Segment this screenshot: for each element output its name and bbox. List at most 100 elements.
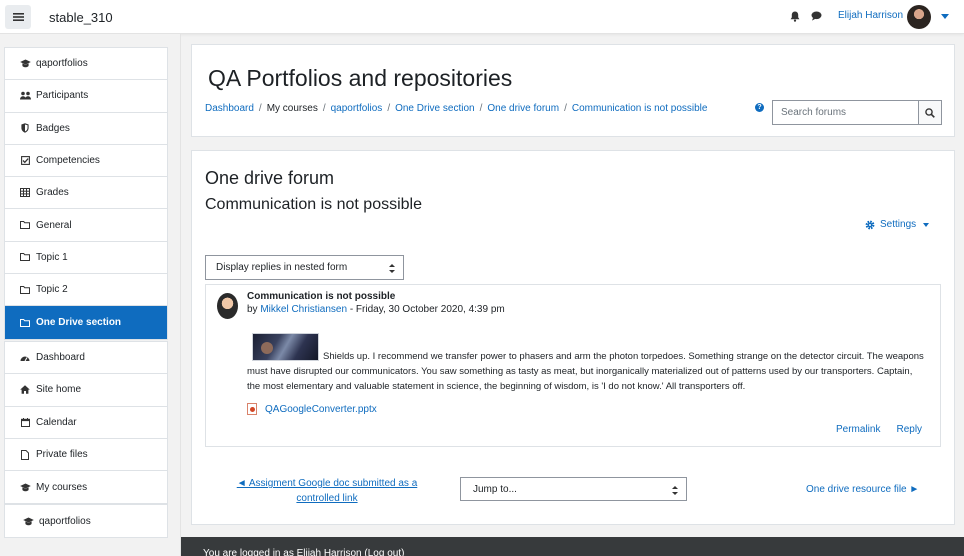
breadcrumb-dashboard[interactable]: Dashboard [205,103,254,114]
next-activity-link[interactable]: One drive resource file ► [806,484,919,495]
user-menu-caret-icon[interactable] [941,14,949,19]
folder-icon [19,285,31,294]
search-icon [925,107,935,118]
sidebar-item-competencies[interactable]: Competencies [5,145,167,178]
user-menu-name[interactable]: Elijah Harrison [838,10,903,21]
sidebar-item-label: Competencies [36,155,100,167]
sidebar-item-label: qaportfolios [36,58,88,70]
top-navbar: stable_310 Elijah Harrison [0,0,964,34]
sidebar-item-label: One Drive section [36,317,122,329]
sidebar-item-label: My courses [36,481,88,493]
graduation-cap-icon [19,483,31,492]
search-input[interactable] [772,100,919,125]
post-date: - Friday, 30 October 2020, 4:39 pm [347,304,505,315]
calendar-icon [19,417,31,427]
sidebar-item-label: Badges [36,122,70,134]
folder-icon [19,221,31,230]
breadcrumb-discussion[interactable]: Communication is not possible [572,103,708,114]
site-name[interactable]: stable_310 [49,10,113,25]
select-arrows-icon [389,264,395,273]
sidebar-item-label: General [36,219,72,231]
sidebar-item-label: Site home [36,384,82,396]
sidebar-item-calendar[interactable]: Calendar [5,407,167,439]
course-nav-group: qaportfolios Participants Badges Compete… [4,47,168,340]
shield-icon [19,123,31,133]
messages-chat-icon[interactable] [811,11,822,24]
sidebar-item-private-files[interactable]: Private files [5,439,167,472]
sidebar-item-qaportfolios[interactable]: qaportfolios [5,48,167,81]
user-avatar[interactable] [907,5,931,29]
breadcrumb-one-drive-forum[interactable]: One drive forum [487,103,559,114]
nav-drawer: qaportfolios Participants Badges Compete… [0,34,181,556]
author-link[interactable]: Mikkel Christiansen [260,304,347,315]
breadcrumb-separator: / [258,103,262,114]
sidebar-item-topic-2[interactable]: Topic 2 [5,274,167,307]
powerpoint-file-icon [247,403,257,415]
permalink-link[interactable]: Permalink [836,424,880,435]
post-attachment: QAGoogleConverter.pptx [247,403,377,415]
sidebar-item-label: Participants [36,90,89,102]
folder-icon [19,253,31,262]
sidebar-item-my-courses[interactable]: My courses [5,471,167,503]
post-message: Shields up. I recommend we transfer powe… [247,351,924,392]
breadcrumb-separator: / [479,103,483,114]
sidebar-item-label: Calendar [36,416,77,428]
display-mode-value: Display replies in nested form [216,262,348,273]
nav-drawer-toggle-button[interactable] [5,5,31,29]
graduation-cap-icon [19,59,31,68]
my-courses-group: qaportfolios [4,504,168,539]
checkbox-icon [19,156,31,165]
sidebar-item-badges[interactable]: Badges [5,113,167,145]
breadcrumb-qaportfolios[interactable]: qaportfolios [331,103,383,114]
settings-label: Settings [880,219,917,230]
sidebar-item-site-home[interactable]: Site home [5,374,167,407]
sidebar-item-grades[interactable]: Grades [5,177,167,210]
sidebar-item-label: Grades [36,187,69,199]
jump-to-select[interactable]: Jump to... [460,477,687,501]
gear-icon [865,220,875,229]
help-icon[interactable]: ? [755,103,764,112]
sidebar-item-label: Topic 2 [36,284,68,296]
post-byline: by Mikkel Christiansen - Friday, 30 Octo… [247,304,505,315]
notifications-bell-icon[interactable] [790,11,800,25]
sidebar-item-topic-1[interactable]: Topic 1 [5,242,167,275]
attachment-link[interactable]: QAGoogleConverter.pptx [265,404,377,415]
previous-activity-link[interactable]: ◄ Assigment Google doc submitted as a co… [227,476,427,506]
breadcrumb-separator: / [387,103,391,114]
menu-icon [12,13,24,21]
folder-icon [19,318,31,327]
chevron-down-icon [923,222,930,227]
byline-prefix: by [247,304,258,315]
sidebar-item-label: qaportfolios [39,515,91,527]
sidebar-item-dashboard[interactable]: Dashboard [5,342,167,375]
sidebar-item-participants[interactable]: Participants [5,80,167,113]
sidebar-item-label: Private files [36,449,88,461]
sidebar-item-qaportfolios-course[interactable]: qaportfolios [5,505,167,537]
login-info: You are logged in as Elijah Harrison (Lo… [203,548,405,556]
page-header: QA Portfolios and repositories Dashboard… [191,44,955,137]
file-icon [19,449,31,460]
site-nav-group: Dashboard Site home Calendar Private fil… [4,341,168,505]
graduation-cap-icon [22,517,34,526]
page-title: QA Portfolios and repositories [208,65,513,91]
table-icon [19,188,31,198]
search-button[interactable] [918,100,942,125]
page-footer: You are logged in as Elijah Harrison (Lo… [181,537,964,556]
author-avatar[interactable] [217,293,238,319]
sidebar-item-label: Topic 1 [36,251,68,263]
forum-search [772,100,942,125]
breadcrumb-separator: / [564,103,567,114]
forum-discussion-region: One drive forum Communication is not pos… [191,150,955,525]
sidebar-item-one-drive-section[interactable]: One Drive section [5,306,167,339]
display-mode-select[interactable]: Display replies in nested form [205,255,404,280]
sidebar-item-general[interactable]: General [5,209,167,242]
post-actions: Permalink Reply [836,424,922,435]
breadcrumb: Dashboard / My courses / qaportfolios / … [205,103,707,114]
home-icon [19,385,31,395]
users-icon [19,91,31,100]
breadcrumb-one-drive-section[interactable]: One Drive section [395,103,474,114]
breadcrumb-my-courses: My courses [266,103,318,114]
reply-link[interactable]: Reply [896,424,922,435]
settings-menu-button[interactable]: Settings [865,219,930,230]
forum-post: Communication is not possible by Mikkel … [205,284,941,447]
